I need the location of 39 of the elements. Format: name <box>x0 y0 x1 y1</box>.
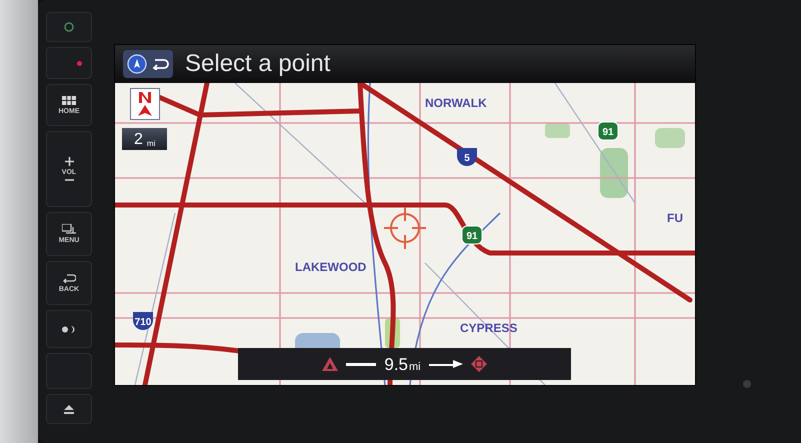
back-button[interactable] <box>123 50 173 78</box>
north-arrow-icon <box>136 92 154 116</box>
return-arrow-icon <box>151 58 169 70</box>
power-icon <box>64 22 74 32</box>
light-sensor-icon <box>743 380 751 388</box>
scale-value: 2 <box>134 132 143 148</box>
interstate-shield: 5 <box>457 148 477 166</box>
destination-flag-icon <box>470 356 487 372</box>
turn-arrow-icon <box>428 359 463 369</box>
indicator-light-icon <box>76 60 82 66</box>
state-route-shield: 91 <box>598 122 618 140</box>
menu-icon <box>62 224 76 234</box>
power-button[interactable] <box>46 12 92 42</box>
place-label: LAKEWOOD <box>295 260 366 274</box>
park-area <box>600 148 628 198</box>
place-label: CYPRESS <box>460 321 518 335</box>
state-route-shield: 91 <box>462 226 482 244</box>
park-area <box>655 128 685 148</box>
minus-icon <box>64 179 74 181</box>
eject-button[interactable] <box>46 394 92 424</box>
grid-icon <box>62 96 76 104</box>
day-night-icon <box>61 324 77 334</box>
screen-title: Select a point <box>185 52 330 76</box>
map[interactable]: 5 91 91 710 NORWALK LAKEWOOD CYPRESS FU 2 mi 9.5mi <box>115 83 695 385</box>
north-arrow-button[interactable] <box>130 88 160 120</box>
navigation-icon <box>127 54 147 74</box>
back-arrow-icon <box>62 274 76 282</box>
route-distance: 9.5mi <box>384 356 421 372</box>
eject-icon <box>64 404 74 414</box>
place-label: FU <box>667 211 683 225</box>
scale-unit: mi <box>146 140 156 148</box>
start-flag-icon <box>322 357 338 371</box>
place-label: NORWALK <box>425 96 487 110</box>
interstate-shield: 710 <box>133 312 153 330</box>
plus-icon <box>64 157 74 166</box>
day-night-button[interactable] <box>46 310 92 348</box>
park-area <box>545 123 570 138</box>
crosshair-icon <box>383 206 427 250</box>
route-line <box>346 362 376 366</box>
